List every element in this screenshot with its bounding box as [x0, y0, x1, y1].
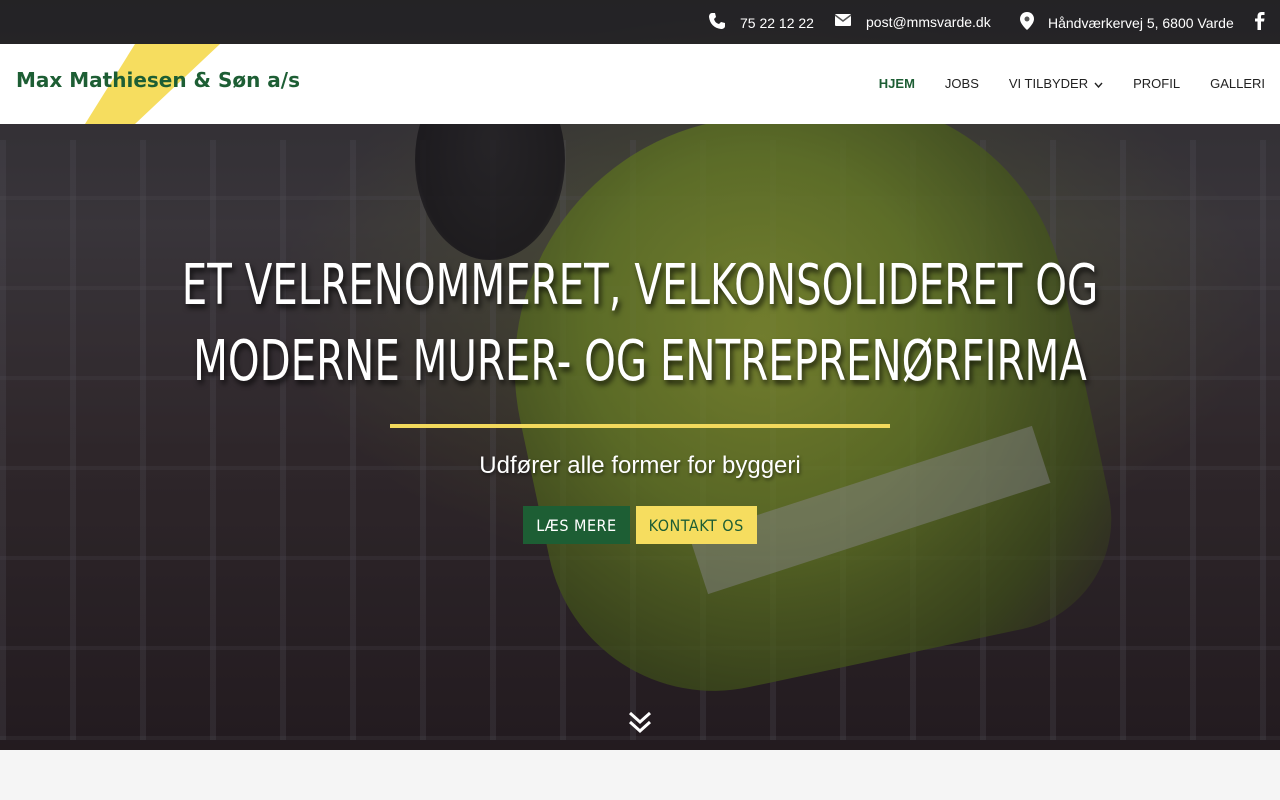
top-info-bar: 75 22 12 22 post@mmsvarde.dk Håndværkerv…	[0, 0, 1280, 44]
nav-item-profil[interactable]: PROFIL	[1133, 76, 1180, 91]
address-link[interactable]: Håndværkervej 5, 6800 Varde	[1020, 12, 1234, 33]
phone-link[interactable]: 75 22 12 22	[708, 12, 814, 33]
address-text: Håndværkervej 5, 6800 Varde	[1048, 14, 1234, 31]
double-chevron-down-icon[interactable]	[627, 710, 653, 741]
hero-subtitle: Udfører alle former for byggeri	[479, 452, 801, 479]
hero-title-line-1: ET VELRENOMMERET, VELKONSOLIDERET OG	[181, 253, 1099, 318]
main-nav: HJEM JOBS VI TILBYDER PROFIL GALLERI	[849, 76, 1265, 91]
phone-icon	[708, 12, 726, 33]
envelope-icon	[834, 12, 852, 31]
nav-item-hjem[interactable]: HJEM	[879, 76, 915, 91]
chevron-down-icon	[1094, 76, 1103, 91]
hero-title: ET VELRENOMMERET, VELKONSOLIDERET OG MOD…	[179, 248, 1101, 400]
map-marker-icon	[1020, 12, 1034, 33]
site-header: Max Mathiesen & Søn a/s HJEM JOBS VI TIL…	[0, 44, 1280, 124]
hero-buttons: LÆS MERE KONTAKT OS	[0, 506, 1280, 544]
nav-item-vi-tilbyder[interactable]: VI TILBYDER	[1009, 76, 1103, 91]
email-address: post@mmsvarde.dk	[866, 13, 991, 30]
nav-item-vi-tilbyder-label: VI TILBYDER	[1008, 76, 1089, 91]
company-logo[interactable]: Max Mathiesen & Søn a/s	[0, 44, 300, 124]
hero-content: ET VELRENOMMERET, VELKONSOLIDERET OG MOD…	[0, 248, 1280, 544]
hero-title-line-2: MODERNE MURER- OG ENTREPRENØRFIRMA	[193, 329, 1087, 394]
nav-item-jobs[interactable]: JOBS	[945, 76, 979, 91]
facebook-icon[interactable]	[1254, 12, 1266, 30]
contact-button[interactable]: KONTAKT OS	[635, 506, 757, 544]
nav-item-galleri[interactable]: GALLERI	[1210, 76, 1265, 91]
read-more-button[interactable]: LÆS MERE	[523, 506, 630, 544]
logo-text: Max Mathiesen & Søn a/s	[16, 68, 300, 92]
phone-number: 75 22 12 22	[740, 14, 814, 31]
hero-divider	[390, 424, 890, 428]
email-link[interactable]: post@mmsvarde.dk	[834, 12, 991, 31]
